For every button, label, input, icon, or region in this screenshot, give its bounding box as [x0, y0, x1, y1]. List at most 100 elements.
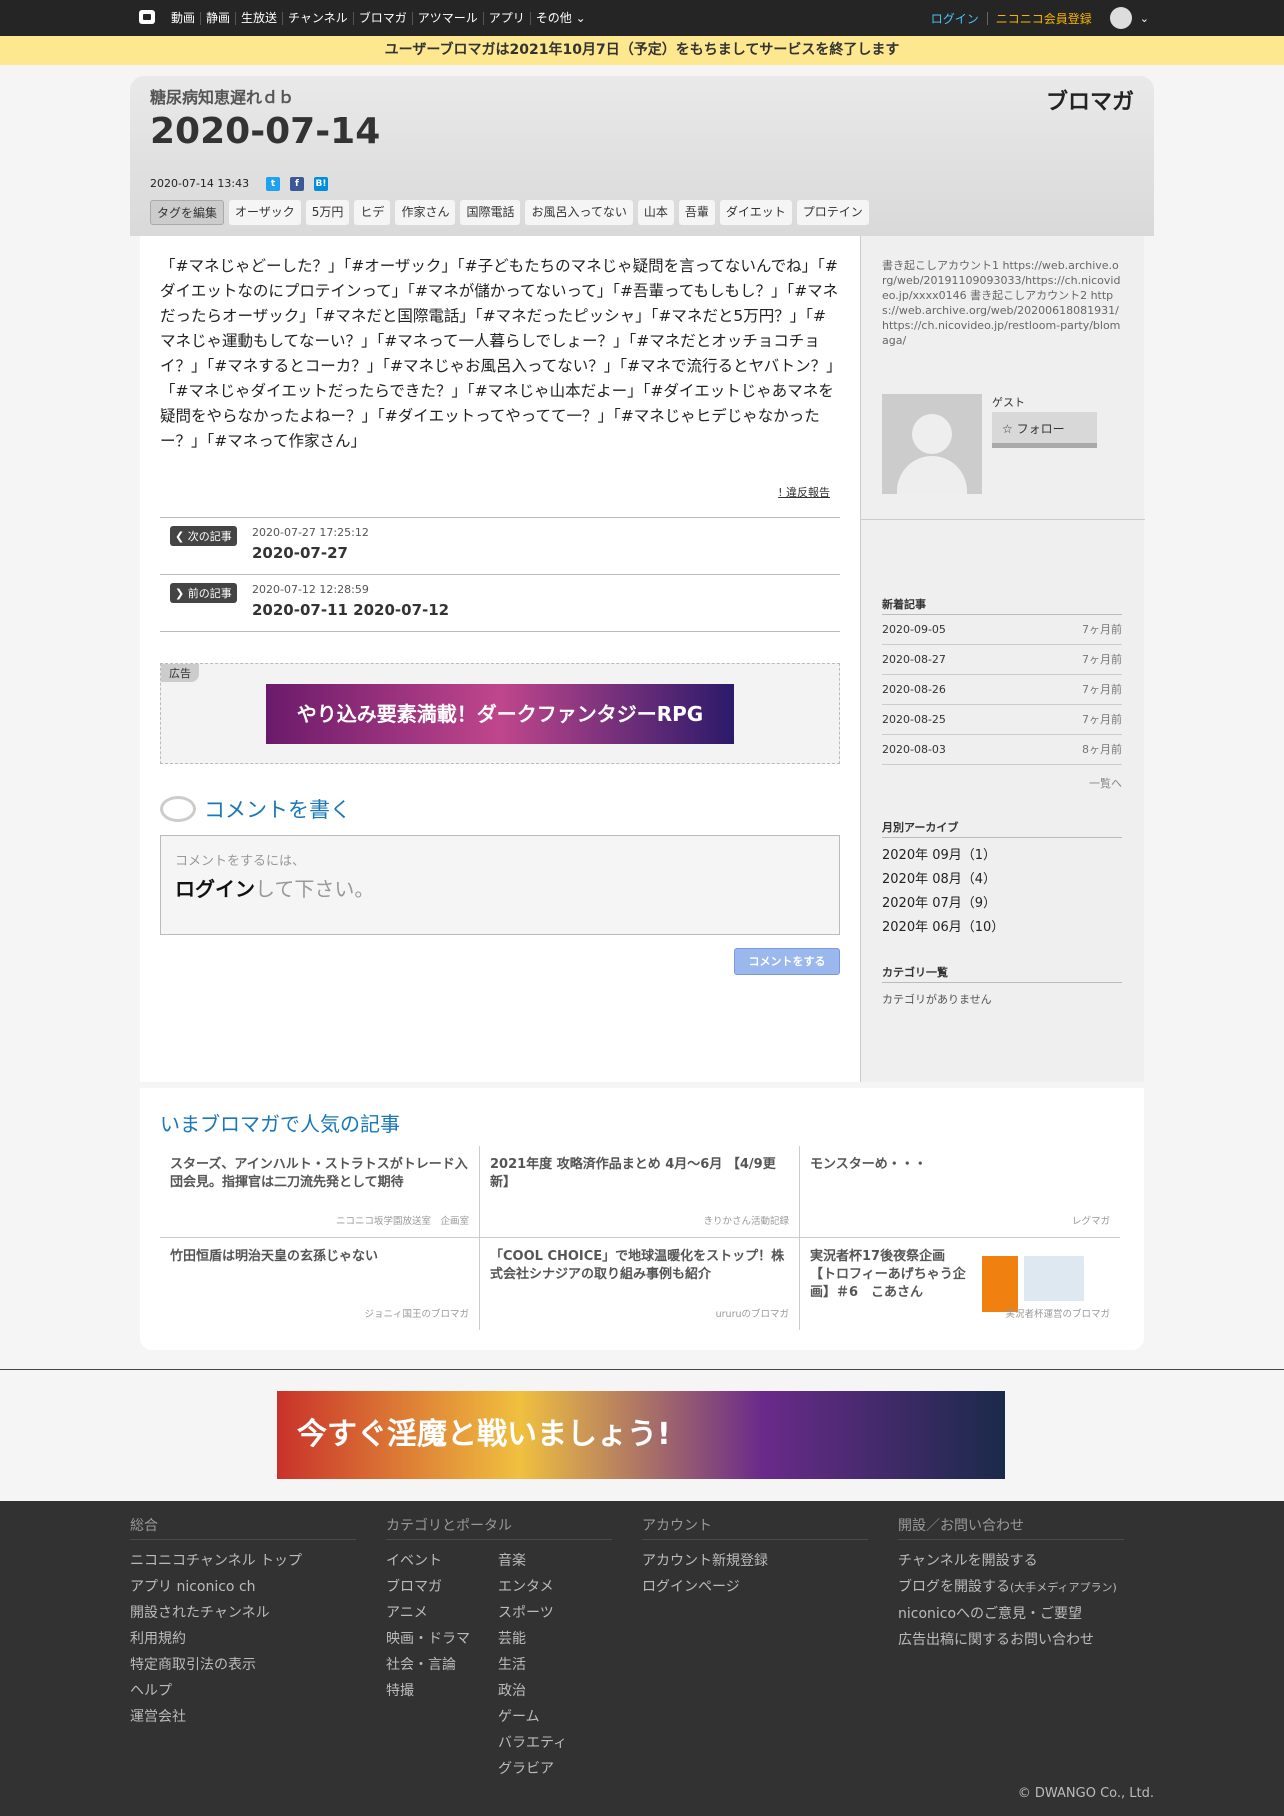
thumbnail-image[interactable]: [982, 1256, 1018, 1312]
report-link[interactable]: ! 違反報告: [778, 484, 830, 500]
footer-link[interactable]: イベント: [386, 1548, 498, 1574]
popular-title[interactable]: スターズ、アインハルト・ストラトスがトレード入団会見。指揮官は二刀流先発として期…: [170, 1156, 469, 1192]
footer-link[interactable]: ゲーム: [498, 1704, 608, 1730]
nav-image[interactable]: 静画: [200, 11, 235, 25]
tag[interactable]: 5万円: [305, 200, 350, 225]
footer-link[interactable]: 芸能: [498, 1626, 608, 1652]
facebook-icon[interactable]: f: [290, 177, 304, 191]
footer-link[interactable]: バラエティ: [498, 1730, 608, 1756]
footer-link[interactable]: 生活: [498, 1652, 608, 1678]
footer-link[interactable]: 政治: [498, 1678, 608, 1704]
blomaga-logo[interactable]: ブロマガ: [1046, 84, 1134, 116]
tag[interactable]: 作家さん: [395, 200, 456, 225]
tag[interactable]: 山本: [637, 200, 674, 225]
popular-item[interactable]: 2021年度 攻略済作品まとめ 4月～6月 【4/9更新】 きりかさん活動記録: [480, 1146, 800, 1238]
footer-link[interactable]: niconicoへのご意見・ご要望: [898, 1601, 1124, 1627]
next-article[interactable]: ❮ 次の記事 2020-07-27 17:25:12 2020-07-27: [160, 517, 840, 574]
footer-link[interactable]: ブロマガ: [386, 1574, 498, 1600]
nav-app[interactable]: アプリ: [482, 11, 530, 25]
ad-banner[interactable]: やり込み要素満載！ダークファンタジーRPG: [266, 684, 734, 744]
footer-link[interactable]: アプリ niconico ch: [130, 1574, 356, 1600]
recent-date[interactable]: 2020-09-05: [882, 615, 946, 644]
monthly-archive: 月別アーカイブ 2020年 09月（1） 2020年 08月（4） 2020年 …: [882, 819, 1122, 940]
footer-link[interactable]: ヘルプ: [130, 1678, 356, 1704]
bottom-ad-banner[interactable]: 今すぐ淫魔と戦いましょう!: [277, 1391, 1005, 1479]
recent-date[interactable]: 2020-08-27: [882, 645, 946, 674]
tag[interactable]: プロテイン: [796, 200, 869, 225]
archive-item[interactable]: 2020年 08月（4）: [882, 868, 1122, 892]
follow-button[interactable]: ☆ フォロー: [992, 412, 1097, 448]
recent-date[interactable]: 2020-08-03: [882, 735, 946, 764]
footer-link-note: (大手メディアプラン): [1010, 1581, 1117, 1594]
twitter-icon[interactable]: t: [266, 177, 280, 191]
list-item[interactable]: 2020-09-05 7ヶ月前: [882, 615, 1122, 645]
footer-link[interactable]: 映画・ドラマ: [386, 1626, 498, 1652]
footer-link[interactable]: アニメ: [386, 1600, 498, 1626]
footer-link[interactable]: 特定商取引法の表示: [130, 1652, 356, 1678]
recent-date[interactable]: 2020-08-25: [882, 705, 946, 734]
popular-item[interactable]: スターズ、アインハルト・ストラトスがトレード入団会見。指揮官は二刀流先発として期…: [160, 1146, 480, 1238]
footer-link[interactable]: 運営会社: [130, 1704, 356, 1730]
footer-link[interactable]: エンタメ: [498, 1574, 608, 1600]
footer-link[interactable]: スポーツ: [498, 1600, 608, 1626]
nav-video[interactable]: 動画: [166, 11, 200, 25]
popular-item[interactable]: 竹田恒盾は明治天皇の玄孫じゃない ジョニィ国王のブロマガ: [160, 1238, 480, 1330]
more-link[interactable]: 一覧へ: [882, 775, 1122, 791]
list-item[interactable]: 2020-08-25 7ヶ月前: [882, 705, 1122, 735]
tag[interactable]: 国際電話: [460, 200, 521, 225]
tag[interactable]: お風呂入ってない: [525, 200, 633, 225]
edit-tags-button[interactable]: タグを編集: [150, 200, 225, 225]
footer-link[interactable]: 特撮: [386, 1678, 498, 1704]
comment-submit-button[interactable]: コメントをする: [734, 948, 840, 975]
list-item[interactable]: 2020-08-03 8ヶ月前: [882, 735, 1122, 765]
chevron-down-icon[interactable]: ⌄: [1140, 12, 1149, 25]
tag[interactable]: ダイエット: [719, 200, 792, 225]
nav-more[interactable]: その他 ⌄: [529, 11, 591, 25]
niconico-logo-icon[interactable]: [139, 10, 155, 24]
nav-blomaga[interactable]: ブロマガ: [352, 11, 412, 25]
tag[interactable]: ヒデ: [354, 200, 391, 225]
tag[interactable]: オーザック: [229, 200, 301, 225]
blog-name[interactable]: 糖尿病知恵遅れｄｂ: [150, 84, 294, 108]
comment-login-link[interactable]: ログイン: [175, 877, 255, 901]
footer-link[interactable]: ニコニコチャンネル トップ: [130, 1548, 356, 1574]
archive-item[interactable]: 2020年 09月（1）: [882, 844, 1122, 868]
footer-link[interactable]: グラビア: [498, 1756, 608, 1782]
popular-item[interactable]: モンスターめ・・・ レグマガ: [800, 1146, 1120, 1238]
user-avatar-icon[interactable]: [1109, 7, 1132, 29]
footer-link[interactable]: 広告出稿に関するお問い合わせ: [898, 1627, 1124, 1653]
avatar[interactable]: [882, 394, 982, 494]
nav-live[interactable]: 生放送: [235, 11, 282, 25]
login-link[interactable]: ログイン: [931, 10, 979, 27]
prev-article-title[interactable]: 2020-07-11 2020-07-12: [252, 601, 449, 619]
popular-title[interactable]: 実況者杯17後夜祭企画【トロフィーあげちゃう企画】＃6 こあさん: [810, 1248, 970, 1302]
register-link[interactable]: ニコニコ会員登録: [996, 10, 1092, 27]
comment-box[interactable]: コメントをするには、 ログインして下さい。: [160, 835, 840, 935]
nav-channel[interactable]: チャンネル: [282, 11, 353, 25]
popular-title[interactable]: モンスターめ・・・: [810, 1156, 1110, 1174]
nav-atsumaru[interactable]: アツマール: [411, 11, 483, 25]
next-article-title[interactable]: 2020-07-27: [252, 544, 348, 562]
popular-item[interactable]: 「COOL CHOICE」で地球温暖化をストップ！株式会社シナジアの取り組み事例…: [480, 1238, 800, 1330]
recent-date[interactable]: 2020-08-26: [882, 675, 946, 704]
list-item[interactable]: 2020-08-26 7ヶ月前: [882, 675, 1122, 705]
list-item[interactable]: 2020-08-27 7ヶ月前: [882, 645, 1122, 675]
footer-link[interactable]: 音楽: [498, 1548, 608, 1574]
footer-link[interactable]: 開設されたチャンネル: [130, 1600, 356, 1626]
popular-title[interactable]: 竹田恒盾は明治天皇の玄孫じゃない: [170, 1248, 469, 1266]
footer-link[interactable]: ログインページ: [642, 1574, 868, 1600]
popular-title[interactable]: 「COOL CHOICE」で地球温暖化をストップ！株式会社シナジアの取り組み事例…: [490, 1248, 789, 1284]
hatena-bookmark-icon[interactable]: B!: [314, 177, 328, 191]
tag[interactable]: 吾輩: [678, 200, 715, 225]
popular-title[interactable]: 2021年度 攻略済作品まとめ 4月～6月 【4/9更新】: [490, 1156, 789, 1192]
footer-link[interactable]: 利用規約: [130, 1626, 356, 1652]
popular-item[interactable]: 実況者杯17後夜祭企画【トロフィーあげちゃう企画】＃6 こあさん 実況者杯運営の…: [800, 1238, 1120, 1330]
footer-link[interactable]: アカウント新規登録: [642, 1548, 868, 1574]
footer-link[interactable]: チャンネルを開設する: [898, 1548, 1124, 1574]
archive-item[interactable]: 2020年 06月（10）: [882, 916, 1122, 940]
footer-link[interactable]: ブログを開設する(大手メディアプラン): [898, 1574, 1124, 1601]
archive-item[interactable]: 2020年 07月（9）: [882, 892, 1122, 916]
footer-link[interactable]: 社会・言論: [386, 1652, 498, 1678]
thumbnail-image[interactable]: [1024, 1256, 1084, 1301]
prev-article[interactable]: ❯ 前の記事 2020-07-12 12:28:59 2020-07-11 20…: [160, 574, 840, 631]
